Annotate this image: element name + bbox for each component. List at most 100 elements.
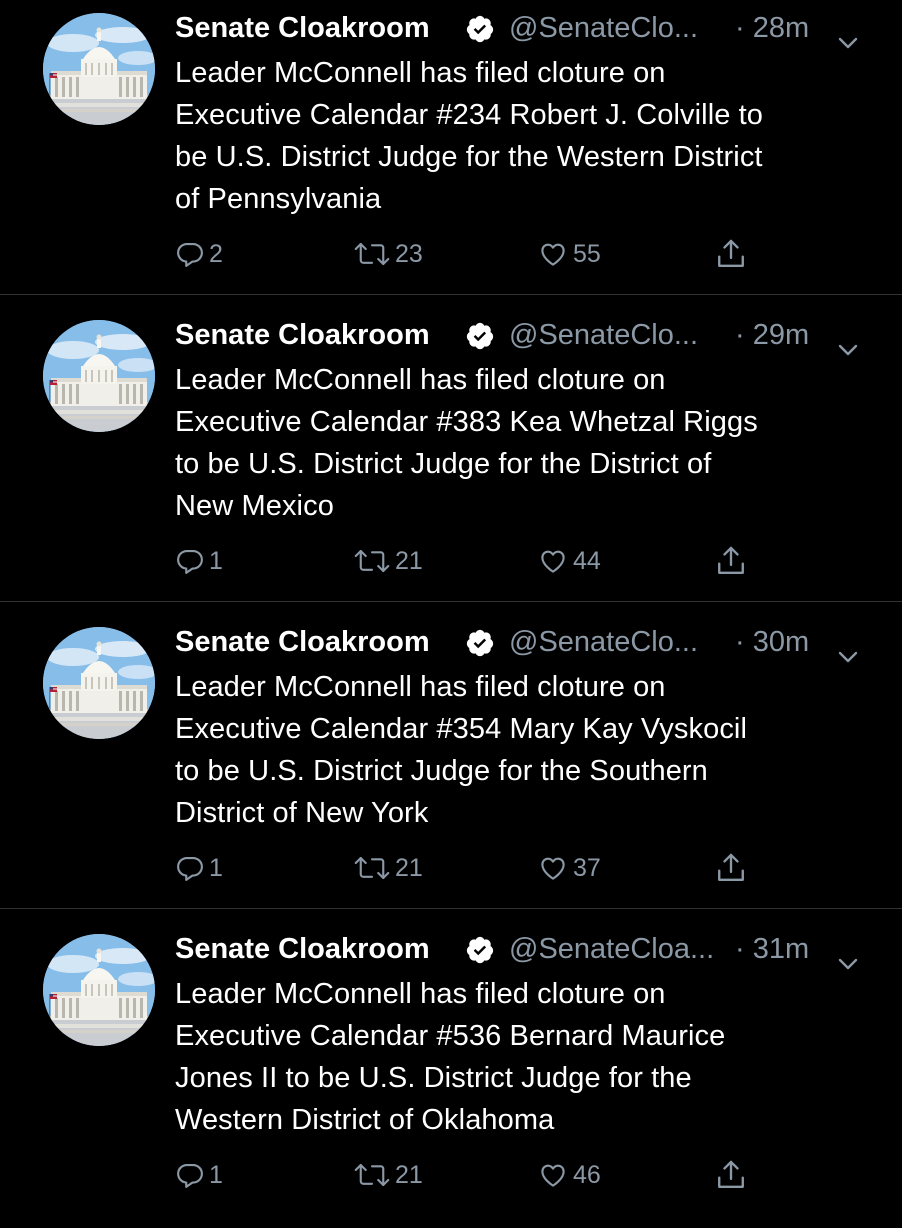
reply-count: 1 [209, 853, 223, 882]
tweet-text-line: to be U.S. District Judge for the Distri… [175, 448, 712, 480]
heart-icon [537, 546, 569, 576]
timestamp[interactable]: · 29m [735, 313, 809, 357]
retweet-button[interactable]: 23 [353, 232, 423, 276]
tweet[interactable]: Senate Cloakroom @SenateClo... · 29m Leader… [0, 307, 902, 614]
like-button[interactable]: 37 [537, 846, 601, 890]
share-icon [715, 851, 747, 885]
tweet-actions: 1 21 46 [175, 1153, 775, 1197]
tweet[interactable]: Senate Cloakroom @SenateCloa... · 31m Leade… [0, 921, 902, 1228]
reply-button[interactable]: 2 [175, 232, 223, 276]
tweet-text-line: Leader McConnell has filed cloture on [175, 57, 666, 89]
tweet-text-line: Leader McConnell has filed cloture on [175, 364, 666, 396]
verified-badge-icon [465, 320, 495, 350]
retweet-button[interactable]: 21 [353, 539, 423, 583]
chevron-down-icon[interactable] [837, 941, 859, 970]
tweet-header: Senate Cloakroom @SenateCloa... · 31m [175, 927, 875, 971]
reply-button[interactable]: 1 [175, 846, 223, 890]
chevron-down-icon[interactable] [837, 327, 859, 356]
tweet-text: Leader McConnell has filed cloture on Exe… [175, 359, 875, 527]
display-name[interactable]: Senate Cloakroom [175, 6, 430, 50]
tweet[interactable]: Senate Cloakroom @SenateClo... · 28m Leader… [0, 0, 902, 307]
reply-icon [175, 1160, 205, 1190]
verified-badge-icon [465, 13, 495, 43]
tweet-header: Senate Cloakroom @SenateClo... · 30m [175, 620, 875, 664]
capitol-avatar[interactable] [43, 934, 155, 1046]
retweet-icon [353, 1160, 391, 1190]
reply-count: 1 [209, 1160, 223, 1189]
heart-icon [537, 1160, 569, 1190]
share-icon [715, 237, 747, 271]
tweet-text-line: Jones II to be U.S. District Judge for t… [175, 1062, 692, 1094]
tweet-text-line: Leader McConnell has filed cloture on [175, 978, 666, 1010]
user-handle[interactable]: @SenateClo... [509, 313, 698, 357]
tweet-text-line: Executive Calendar #354 Mary Kay Vyskoci… [175, 713, 748, 745]
retweet-button[interactable]: 21 [353, 846, 423, 890]
like-button[interactable]: 46 [537, 1153, 601, 1197]
tweet-text: Leader McConnell has filed cloture on Exe… [175, 52, 875, 220]
user-handle[interactable]: @SenateClo... [509, 6, 698, 50]
like-count: 37 [573, 853, 601, 882]
retweet-button[interactable]: 21 [353, 1153, 423, 1197]
chevron-down-icon[interactable] [837, 20, 859, 49]
reply-button[interactable]: 1 [175, 1153, 223, 1197]
verified-badge-icon [465, 627, 495, 657]
chevron-down-icon[interactable] [837, 634, 859, 663]
tweet-actions: 2 23 55 [175, 232, 775, 276]
tweet-actions: 1 21 44 [175, 539, 775, 583]
display-name[interactable]: Senate Cloakroom [175, 620, 430, 664]
tweet-text-line: be U.S. District Judge for the Western D… [175, 141, 763, 173]
like-button[interactable]: 55 [537, 232, 601, 276]
tweet-text-line: Western District of Oklahoma [175, 1104, 555, 1136]
tweet-header: Senate Cloakroom @SenateClo... · 28m [175, 6, 875, 50]
tweet-text-line: Executive Calendar #383 Kea Whetzal Rigg… [175, 406, 758, 438]
retweet-count: 21 [395, 853, 423, 882]
tweet-text-line: Executive Calendar #536 Bernard Maurice [175, 1020, 726, 1052]
capitol-avatar[interactable] [43, 627, 155, 739]
like-button[interactable]: 44 [537, 539, 601, 583]
tweet-text-line: Executive Calendar #234 Robert J. Colvil… [175, 99, 764, 131]
heart-icon [537, 239, 569, 269]
share-icon [715, 544, 747, 578]
share-icon [715, 1158, 747, 1192]
timestamp[interactable]: · 28m [735, 6, 809, 50]
reply-count: 2 [209, 239, 223, 268]
timestamp[interactable]: · 31m [735, 927, 809, 971]
capitol-avatar[interactable] [43, 320, 155, 432]
tweet-header: Senate Cloakroom @SenateClo... · 29m [175, 313, 875, 357]
reply-icon [175, 853, 205, 883]
reply-icon [175, 546, 205, 576]
reply-button[interactable]: 1 [175, 539, 223, 583]
reply-icon [175, 239, 205, 269]
heart-icon [537, 853, 569, 883]
retweet-icon [353, 853, 391, 883]
like-count: 44 [573, 546, 601, 575]
timestamp[interactable]: · 30m [735, 620, 809, 664]
retweet-count: 21 [395, 546, 423, 575]
tweet-text: Leader McConnell has filed cloture on Exe… [175, 666, 875, 834]
tweet-text: Leader McConnell has filed cloture on Exe… [175, 973, 875, 1141]
display-name[interactable]: Senate Cloakroom [175, 927, 430, 971]
verified-badge-icon [465, 934, 495, 964]
display-name[interactable]: Senate Cloakroom [175, 313, 430, 357]
tweet[interactable]: Senate Cloakroom @SenateClo... · 30m Leader… [0, 614, 902, 921]
share-button[interactable] [715, 846, 747, 890]
timeline: Senate Cloakroom @SenateClo... · 28m Leader… [0, 0, 902, 1200]
retweet-icon [353, 239, 391, 269]
share-button[interactable] [715, 232, 747, 276]
tweet-text-line: Leader McConnell has filed cloture on [175, 671, 666, 703]
share-button[interactable] [715, 1153, 747, 1197]
tweet-text-line: to be U.S. District Judge for the Southe… [175, 755, 708, 787]
retweet-count: 23 [395, 239, 423, 268]
share-button[interactable] [715, 539, 747, 583]
tweet-text-line: District of New York [175, 797, 429, 829]
capitol-avatar[interactable] [43, 13, 155, 125]
tweet-text-line: of Pennsylvania [175, 183, 382, 215]
tweet-text-line: New Mexico [175, 490, 334, 522]
user-handle[interactable]: @SenateCloa... [509, 927, 714, 971]
reply-count: 1 [209, 546, 223, 575]
user-handle[interactable]: @SenateClo... [509, 620, 698, 664]
like-count: 55 [573, 239, 601, 268]
like-count: 46 [573, 1160, 601, 1189]
tweet-actions: 1 21 37 [175, 846, 775, 890]
retweet-icon [353, 546, 391, 576]
